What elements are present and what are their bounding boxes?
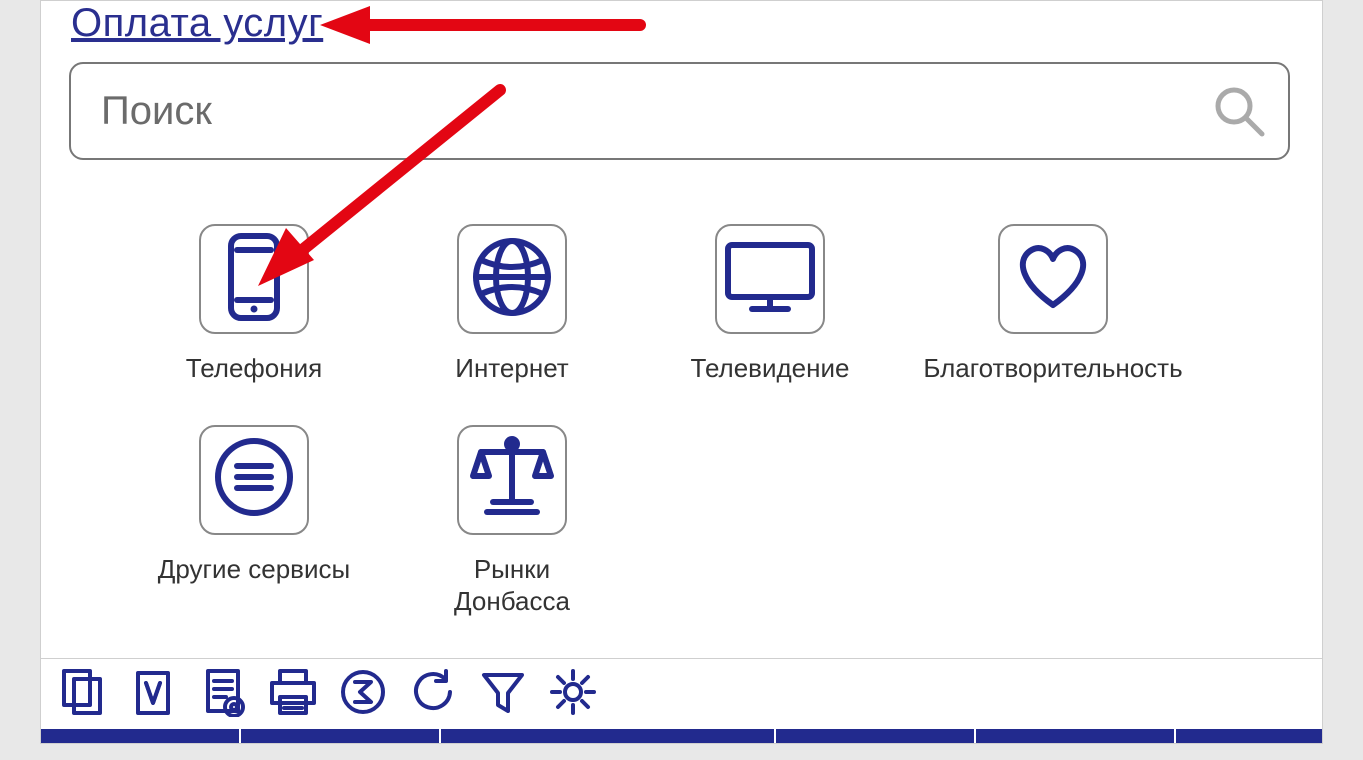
search-input[interactable] — [69, 62, 1290, 160]
category-label: Рынки Донбасса — [454, 553, 570, 618]
filter-icon — [478, 667, 528, 722]
category-internet[interactable]: Интернет — [387, 224, 637, 385]
toolbar — [41, 659, 1322, 729]
print-button[interactable] — [265, 667, 321, 723]
tv-icon — [722, 237, 818, 322]
list-icon — [211, 434, 297, 525]
category-label: Телевидение — [691, 352, 850, 385]
phone-icon — [219, 232, 289, 327]
category-label: Благотворительность — [923, 352, 1182, 385]
category-markets-donbass[interactable]: Рынки Донбасса — [387, 425, 637, 618]
table-header-row — [41, 729, 1322, 743]
bottom-toolbar-panel — [40, 659, 1323, 744]
refresh-icon — [408, 667, 458, 722]
refresh-button[interactable] — [405, 667, 461, 723]
print-icon — [266, 667, 320, 722]
paste-button[interactable] — [125, 667, 181, 723]
search-container — [69, 62, 1290, 160]
sum-icon — [338, 667, 388, 722]
payment-panel: Оплата услуг Телефони — [40, 0, 1323, 659]
category-grid: Телефония Интернет — [41, 184, 1322, 658]
category-label: Телефония — [186, 352, 322, 385]
filter-button[interactable] — [475, 667, 531, 723]
heart-icon — [1010, 239, 1096, 320]
category-label: Интернет — [455, 352, 568, 385]
copy-button[interactable] — [55, 667, 111, 723]
settings-button[interactable] — [545, 667, 601, 723]
category-other-services[interactable]: Другие сервисы — [129, 425, 379, 618]
copy-icon — [58, 667, 108, 722]
category-tv[interactable]: Телевидение — [645, 224, 895, 385]
doc-config-icon — [198, 667, 248, 722]
category-label: Другие сервисы — [158, 553, 350, 586]
paste-icon — [128, 667, 178, 722]
globe-icon — [469, 234, 555, 325]
payment-heading-link[interactable]: Оплата услуг — [71, 1, 323, 45]
settings-icon — [548, 667, 598, 722]
doc-settings-button[interactable] — [195, 667, 251, 723]
category-telephony[interactable]: Телефония — [129, 224, 379, 385]
sum-button[interactable] — [335, 667, 391, 723]
category-charity[interactable]: Благотворительность — [903, 224, 1203, 385]
scales-icon — [467, 432, 557, 527]
